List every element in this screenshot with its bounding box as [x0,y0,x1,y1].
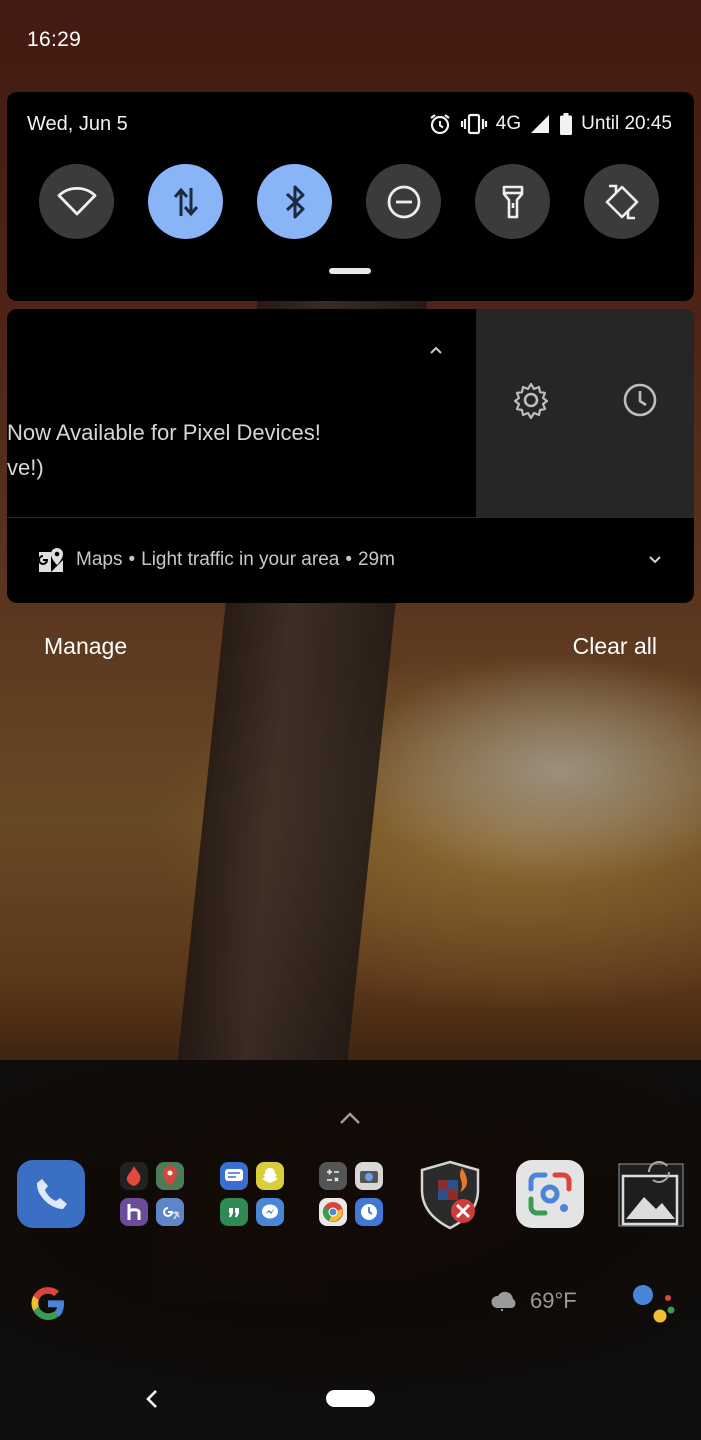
qs-status-icons: 4G Until 20:45 [428,111,672,137]
weather-widget[interactable]: 69°F [490,1288,577,1314]
snapchat-icon [256,1162,284,1190]
flashlight-icon [502,185,523,218]
cloud-icon [491,1291,516,1311]
clear-all-button[interactable]: Clear all [573,633,657,660]
qs-tile-do-not-disturb[interactable] [366,164,441,239]
maps-app-name: Maps [76,549,123,570]
status-time: 16:29 [27,28,82,51]
maps-notification-text: Maps • Light traffic in your area • 29m [76,549,395,570]
vibrate-icon [460,113,487,135]
qs-tile-bluetooth[interactable] [257,164,332,239]
maps-notification[interactable]: Maps • Light traffic in your area • 29m [7,518,694,603]
gallery-picture-icon [618,1161,684,1227]
back-icon[interactable] [142,1388,162,1410]
google-maps-icon [156,1162,184,1190]
calculator-icon [319,1162,347,1190]
home-pill-button[interactable] [326,1390,375,1407]
network-type-label: 4G [495,113,522,134]
folder-icon[interactable] [216,1160,284,1228]
gear-icon[interactable] [512,381,550,419]
maps-time: 29m [357,549,395,570]
messenger-icon [256,1198,284,1226]
qs-tile-flashlight[interactable] [475,164,550,239]
app-dock [0,1160,701,1230]
phone-handset-icon [36,1179,67,1209]
camera-icon [355,1162,383,1190]
chrome-icon [319,1198,347,1226]
security-app-icon[interactable] [416,1160,484,1230]
notification-swipe-actions [476,309,694,517]
hangouts-icon [220,1198,248,1226]
chevron-down-icon[interactable] [647,555,663,565]
battery-text: Until 20:45 [581,113,672,134]
clock-app-icon [355,1198,383,1226]
qs-tile-mobile-data[interactable] [148,164,223,239]
h-app-icon [120,1198,148,1226]
google-assistant-icon[interactable] [630,1282,676,1326]
battery-icon [560,113,573,135]
folder-icon[interactable] [315,1160,383,1228]
qs-date[interactable]: Wed, Jun 5 [27,113,128,136]
temperature: 69°F [530,1288,577,1313]
google-lens-icon[interactable] [516,1160,584,1228]
qs-drag-handle[interactable] [329,268,371,274]
phone-app-icon[interactable] [17,1160,85,1228]
qs-tile-wifi[interactable] [39,164,114,239]
alarm-icon [430,114,450,135]
shield-icon [420,1160,480,1230]
maps-message: Light traffic in your area [141,549,340,570]
mobile-data-icon [173,187,198,216]
google-logo-icon[interactable] [27,1283,69,1325]
swiped-notification[interactable]: Now Available for Pixel Devices! ve!) [7,309,476,517]
chevron-up-icon[interactable] [429,345,443,355]
google-translate-icon [156,1198,184,1226]
lens-icon [528,1172,572,1216]
wifi-icon [57,186,96,215]
qs-tile-auto-rotate[interactable] [584,164,659,239]
manage-button[interactable]: Manage [44,633,127,660]
notification-title: Now Available for Pixel Devices! [7,420,321,445]
snooze-clock-icon[interactable] [621,381,659,419]
quick-settings-panel: Wed, Jun 5 4G Until 20:45 [7,92,694,301]
signal-icon [531,115,550,133]
messages-icon [220,1162,248,1190]
folder-icon[interactable] [116,1160,184,1228]
gallery-icon[interactable] [617,1160,685,1228]
do-not-disturb-icon [387,185,420,218]
auto-rotate-icon [605,184,638,219]
bluetooth-icon [285,185,304,218]
fire-app-icon [120,1162,148,1190]
maps-icon [38,548,63,572]
app-drawer-up-icon[interactable] [338,1110,362,1126]
qs-tiles [39,164,659,239]
notification-body: ve!) [7,455,44,480]
notification-card: Now Available for Pixel Devices! ve!) Ma… [7,309,694,603]
